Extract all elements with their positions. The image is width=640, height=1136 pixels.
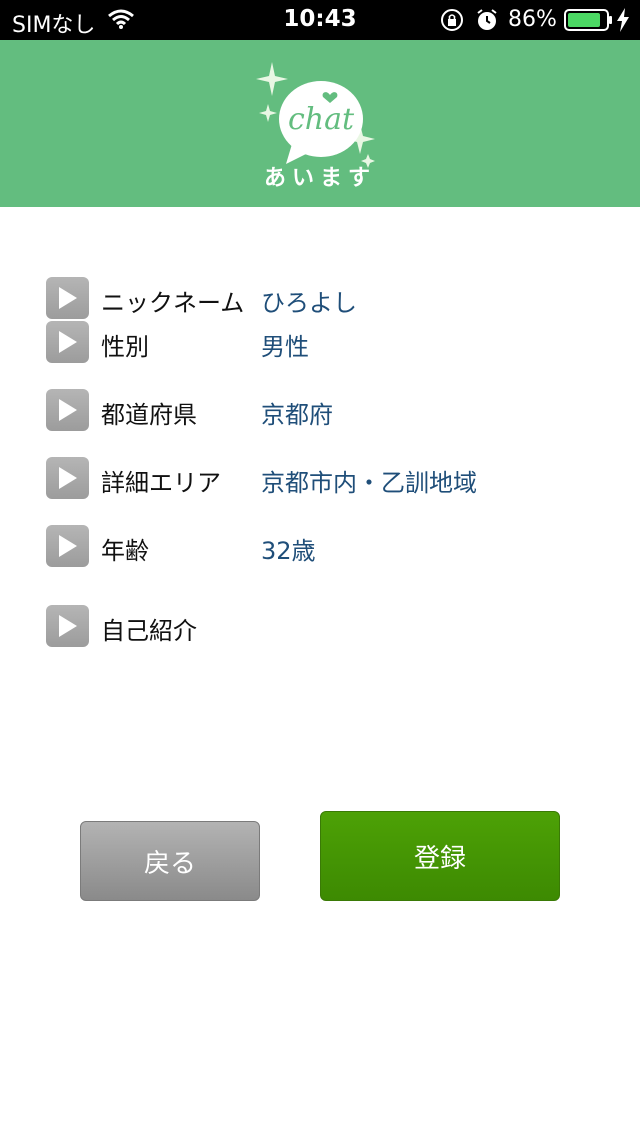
logo-text: あいます	[263, 166, 376, 191]
gender-label: 性別	[101, 333, 149, 361]
profile-row-prefecture: 都道府県 京都府	[46, 389, 606, 433]
area-value: 京都市内・乙訓地域	[261, 469, 477, 497]
status-bar: SIMなし 10:43 86%	[0, 0, 640, 40]
profile-row-gender: 性別 男性	[46, 321, 606, 365]
age-label: 年齢	[101, 537, 149, 565]
register-button[interactable]: 登録	[320, 811, 560, 901]
alarm-icon	[475, 8, 499, 38]
orientation-lock-icon	[440, 8, 464, 38]
play-arrow-icon	[46, 389, 89, 431]
gender-value: 男性	[261, 333, 309, 361]
prefecture-value: 京都府	[261, 401, 333, 429]
app-header: chat あいます	[0, 40, 640, 207]
play-arrow-icon	[46, 277, 89, 319]
play-arrow-icon	[46, 605, 89, 647]
prefecture-label: 都道府県	[101, 401, 197, 429]
battery-icon	[564, 9, 614, 37]
play-arrow-icon	[46, 525, 89, 567]
play-arrow-icon	[46, 321, 89, 363]
battery-percent: 86%	[508, 7, 557, 32]
nickname-label: ニックネーム	[101, 289, 245, 317]
age-value: 32歳	[261, 537, 316, 565]
back-button[interactable]: 戻る	[80, 821, 260, 901]
profile-row-age: 年齢 32歳	[46, 525, 606, 569]
play-arrow-icon	[46, 457, 89, 499]
profile-row-self-intro: 自己紹介	[46, 605, 606, 649]
profile-row-nickname: ニックネーム ひろよし	[46, 277, 606, 321]
profile-row-area: 詳細エリア 京都市内・乙訓地域	[46, 457, 606, 501]
charging-bolt-icon	[616, 8, 630, 38]
area-label: 詳細エリア	[101, 469, 221, 497]
nickname-value: ひろよし	[261, 289, 357, 317]
logo-word: chat	[288, 102, 355, 137]
self-intro-label: 自己紹介	[101, 617, 197, 645]
